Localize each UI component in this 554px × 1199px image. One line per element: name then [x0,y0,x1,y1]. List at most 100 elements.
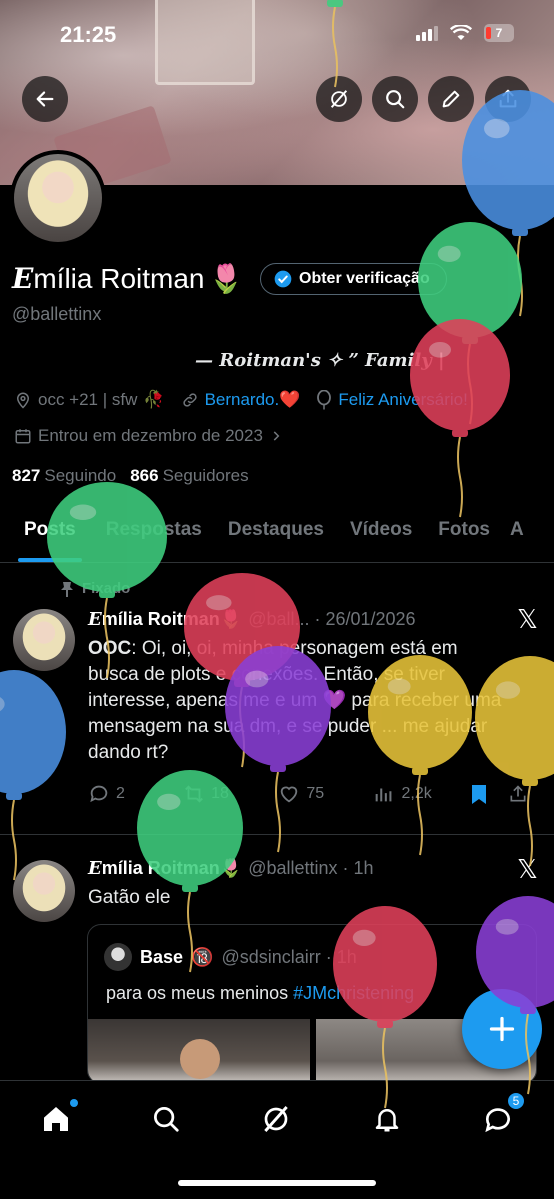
search-icon [386,90,405,109]
quoted-text: para os meus meninos #JMchristening [106,983,414,1004]
post-text: OOC: Oi, oi, oi, minha personagem está e… [88,636,508,766]
post-author-name: mília Roitman [101,609,220,629]
search-icon [154,1107,179,1132]
post-author[interactable]: Emília Roitman🌷 [88,858,242,879]
display-name-initial: E [12,262,34,295]
followers-link[interactable]: 866 Seguidores [130,466,248,486]
pin-icon [61,581,73,597]
post-meta: @ball... · 26/01/2026 [248,609,416,629]
tab-posts[interactable]: Posts [0,505,100,562]
status-icons: 7 [416,24,514,42]
profile-joined-row[interactable]: Entrou em dezembro de 2023 [14,426,283,446]
pinned-indicator: Fixado [60,580,130,597]
grok-icon [330,90,348,108]
display-name: Emília Roitman 🌷 [12,262,243,295]
signal-icon [416,25,438,41]
reply-count: 2 [116,785,125,802]
like-button[interactable]: 75 [278,783,373,805]
tulip-emoji: 🌷 [219,609,243,629]
quoted-avatar [104,943,132,971]
post-header: Emília Roitman🌷 @ball... · 26/01/2026 [88,609,416,630]
back-button[interactable] [22,76,68,122]
tab-videos[interactable]: Vídeos [338,505,426,562]
post-author-initial: E [88,858,102,879]
followers-label: Seguidores [162,466,249,485]
post-text-body: : Oi, oi, oi, minha personagem está em b… [88,638,502,763]
following-label: Seguindo [44,466,117,485]
quoted-hashtag[interactable]: #JMchristening [293,983,414,1003]
birthday-link[interactable]: Feliz Aniversário! [338,390,467,410]
like-count: 75 [306,785,325,802]
post-author-initial: E [88,609,102,630]
quoted-author: Base [140,946,184,967]
tab-highlights[interactable]: Destaques [216,505,338,562]
following-link[interactable]: 827 Seguindo [12,466,116,486]
balloon-icon [317,390,332,410]
grok-icon [264,1106,288,1132]
nav-grok[interactable] [256,1099,296,1139]
share-post-button[interactable] [508,783,538,805]
share-button[interactable] [485,76,531,122]
profile-location: occ +21 | sfw [38,390,138,409]
person-face [180,1039,220,1079]
edit-button[interactable] [428,76,474,122]
quoted-image-1[interactable] [88,1019,310,1083]
profile-link[interactable]: Bernardo.❤️ [205,390,301,410]
plus-icon [489,1016,515,1042]
tulip-emoji: 🌷 [208,263,244,294]
search-button[interactable] [372,76,418,122]
grok-button[interactable] [316,76,362,122]
profile-tabs: Posts Respostas Destaques Vídeos Fotos A [0,505,554,563]
heart-emoji: ❤️ [279,390,301,409]
profile-bio: — Roitman's ✧ ” Family | [195,350,445,371]
messages-badge: 5 [506,1091,526,1111]
home-indicator [178,1180,376,1186]
tab-more[interactable]: A [504,505,536,562]
pinned-label: Fixado [82,580,131,597]
home-notification-dot [70,1099,78,1107]
chevron-right-icon [273,431,280,441]
views-button[interactable]: 2,2k [373,783,468,805]
tab-replies[interactable]: Respostas [100,505,216,562]
display-name-text: mília Roitman [33,262,205,294]
repost-button[interactable]: 18 [183,783,278,805]
share-icon [510,785,526,802]
wifi-icon [450,25,472,40]
nav-search[interactable] [146,1099,186,1139]
post-avatar[interactable] [13,860,75,922]
link-icon [182,393,197,407]
x-logo-icon[interactable]: 𝕏 [517,604,538,635]
nav-messages[interactable]: 5 [478,1091,526,1139]
profile-meta-row: occ +21 | sfw 🥀 Bernardo.❤️ Feliz Anivers… [14,390,468,410]
bell-icon [375,1109,399,1132]
tulip-emoji: 🌷 [219,858,243,878]
tab-photos[interactable]: Fotos [426,505,504,562]
views-icon [376,788,392,802]
follow-stats: 827 Seguindo 866 Seguidores [12,466,249,486]
get-verified-button[interactable]: Obter verificação [260,263,447,295]
post-avatar[interactable] [13,609,75,671]
quoted-post-header: Base 🔞 @sdsinclairr · 1h [104,943,357,971]
x-logo-icon[interactable]: 𝕏 [517,854,538,885]
nav-home[interactable] [36,1099,78,1139]
pencil-icon [442,90,460,108]
compose-button[interactable] [462,989,542,1069]
verified-badge-icon [274,270,292,288]
profile-avatar[interactable] [10,150,106,246]
profile-link-text[interactable]: Bernardo. [205,390,280,409]
reply-icon [90,785,108,803]
battery-level: 7 [495,26,503,40]
bookmark-button[interactable] [469,783,509,805]
balloon [0,670,66,881]
get-verified-label: Obter verificação [299,270,430,287]
status-time: 21:25 [60,22,117,47]
repost-count: 18 [211,785,229,802]
nav-notifications[interactable] [367,1099,407,1139]
calendar-icon [15,429,31,444]
post-text-prefix: OOC [88,638,132,659]
post-author[interactable]: Emília Roitman🌷 [88,609,242,630]
share-icon [499,89,517,108]
reply-button[interactable]: 2 [88,783,183,805]
profile-handle: @ballettinx [12,304,102,324]
no-minors-emoji: 🔞 [191,946,214,967]
